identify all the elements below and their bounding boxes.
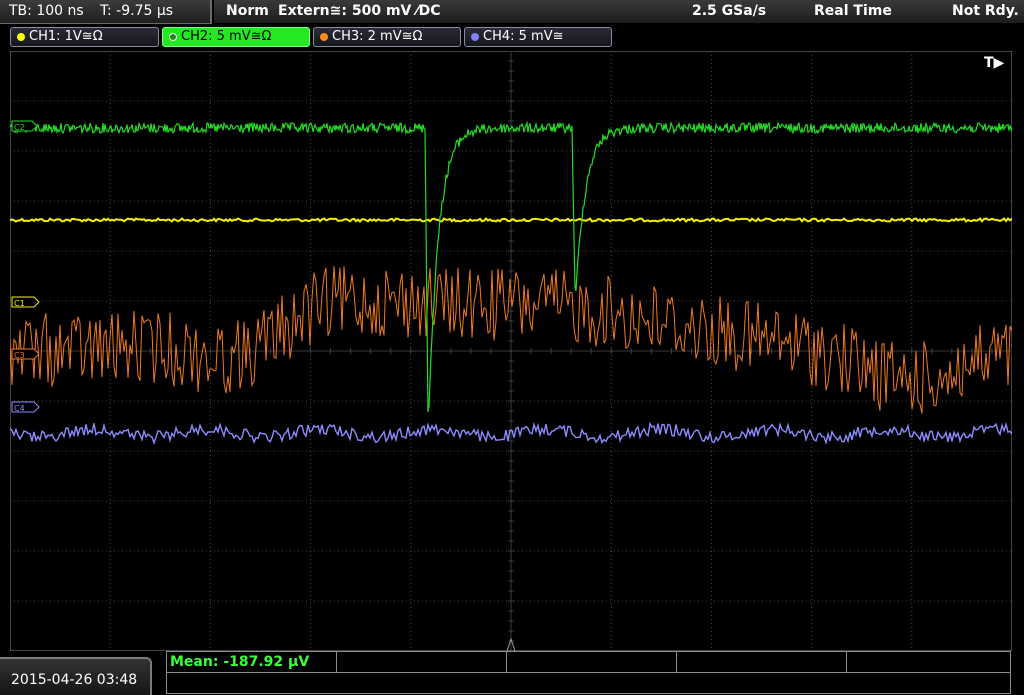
timebase-panel[interactable]: TB: 100 ns T: -9.75 µs xyxy=(0,0,212,24)
sample-rate: 2.5 GSa/s xyxy=(692,3,767,19)
waveform-display[interactable]: C2 C1 C3 C4 T▶ xyxy=(10,51,1012,651)
ch3-offset-marker[interactable]: C3 xyxy=(11,348,40,360)
ch4-offset-marker[interactable]: C4 xyxy=(11,401,40,413)
timestamp: 2015-04-26 03:48 xyxy=(11,672,138,688)
tab-ch2[interactable]: CH2: 5 mV≅Ω xyxy=(162,27,310,47)
acquisition-mode: Real Time xyxy=(814,3,892,19)
measurement-cell-2[interactable] xyxy=(337,652,507,672)
mean-measurement: Mean: -187.92 µV xyxy=(170,654,310,670)
acquisition-status-strip: Norm Extern≅: 500 mV ⁄DC 2.5 GSa/s Real … xyxy=(214,0,1024,23)
trigger-time-value: T: -9.75 µs xyxy=(100,3,174,19)
trigger-position-marker[interactable]: T▶ xyxy=(984,55,1005,71)
tab-ch3-label: CH3: 2 mV≅Ω xyxy=(332,29,423,44)
tab-ch2-label: CH2: 5 mV≅Ω xyxy=(181,29,272,44)
ch4-marker-label: C4 xyxy=(14,404,25,413)
ch2-marker-label: C2 xyxy=(14,123,25,132)
ch3-dot-icon xyxy=(320,33,328,41)
measurement-cell-5[interactable] xyxy=(847,652,1010,672)
date-time-panel[interactable]: 2015-04-26 03:48 xyxy=(0,657,152,695)
tab-ch4[interactable]: CH4: 5 mV≅ xyxy=(464,27,612,47)
trigger-source[interactable]: Extern≅: 500 mV ⁄DC xyxy=(278,3,440,19)
ch4-dot-icon xyxy=(471,33,479,41)
ch2-dot-icon xyxy=(169,33,177,41)
trigger-mode[interactable]: Norm xyxy=(226,3,269,19)
ch3-marker-label: C3 xyxy=(14,351,25,360)
ch1-offset-marker[interactable]: C1 xyxy=(11,296,40,308)
channel-tabs: CH1: 1V≅Ω CH2: 5 mV≅Ω CH3: 2 mV≅Ω CH4: 5… xyxy=(0,25,1024,49)
tab-ch3[interactable]: CH3: 2 mV≅Ω xyxy=(313,27,461,47)
measurement-cell-1[interactable]: Mean: -187.92 µV xyxy=(167,652,337,672)
tab-ch1-label: CH1: 1V≅Ω xyxy=(29,29,103,44)
ch2-offset-marker[interactable]: C2 xyxy=(11,120,38,132)
tab-ch4-label: CH4: 5 mV≅ xyxy=(483,29,564,44)
measurement-cell-3[interactable] xyxy=(507,652,677,672)
status-bar: TB: 100 ns T: -9.75 µs Norm Extern≅: 500… xyxy=(0,0,1024,25)
tab-ch1[interactable]: CH1: 1V≅Ω xyxy=(10,27,159,47)
acquisition-state: Not Rdy. xyxy=(952,3,1019,19)
measurement-divider xyxy=(167,672,1010,673)
measurement-panel[interactable]: Mean: -187.92 µV xyxy=(166,651,1011,694)
measurement-cell-4[interactable] xyxy=(677,652,847,672)
timebase-value: TB: 100 ns xyxy=(9,3,84,19)
ch1-marker-label: C1 xyxy=(14,299,25,308)
ch1-dot-icon xyxy=(17,33,25,41)
